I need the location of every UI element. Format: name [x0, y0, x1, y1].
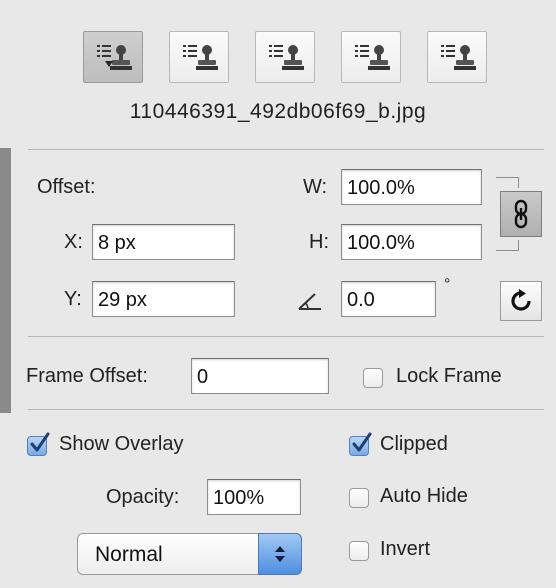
clone-source-icon — [441, 45, 476, 70]
panel-edge-accent — [0, 148, 11, 413]
height-scale-input[interactable] — [341, 224, 482, 260]
rotation-angle-input[interactable] — [341, 281, 436, 317]
angle-icon — [297, 291, 325, 316]
link-bracket-top — [496, 177, 519, 188]
frame-offset-label: Frame Offset: — [26, 365, 148, 387]
degree-symbol: ° — [444, 276, 451, 293]
select-arrows-icon — [258, 533, 302, 575]
width-scale-input[interactable] — [341, 169, 482, 205]
clone-source-icon — [97, 45, 132, 70]
offset-label: Offset: — [37, 176, 96, 198]
clone-source-icon — [183, 45, 218, 70]
x-offset-input[interactable] — [92, 224, 235, 260]
divider — [28, 149, 544, 150]
clone-source-panel: 110446391_492db06f69_b.jpg Offset: X: Y:… — [0, 0, 556, 588]
maintain-aspect-ratio-button[interactable] — [500, 191, 542, 237]
opacity-label: Opacity: — [106, 486, 180, 508]
clone-source-button-2[interactable] — [169, 31, 229, 83]
blend-mode-value: Normal — [95, 543, 163, 566]
x-label: X: — [64, 231, 83, 253]
clipped-checkbox[interactable] — [349, 432, 372, 456]
auto-hide-checkbox[interactable] — [349, 488, 369, 508]
reset-transform-button[interactable] — [500, 281, 542, 321]
clipped-label: Clipped — [380, 433, 448, 455]
clone-source-icon — [355, 45, 390, 70]
link-chain-icon — [514, 199, 528, 229]
blend-mode-select[interactable]: Normal — [77, 533, 302, 575]
show-overlay-label: Show Overlay — [59, 433, 184, 455]
invert-label: Invert — [380, 538, 431, 560]
checkmark-icon — [352, 432, 372, 452]
reset-transform-icon — [511, 289, 531, 311]
divider — [28, 409, 544, 410]
show-overlay-checkbox[interactable] — [27, 432, 50, 456]
clone-source-button-1[interactable] — [83, 31, 143, 83]
clone-source-button-4[interactable] — [341, 31, 401, 83]
lock-frame-label: Lock Frame — [396, 365, 502, 387]
frame-offset-input[interactable] — [191, 358, 329, 394]
invert-checkbox[interactable] — [349, 541, 369, 561]
y-offset-input[interactable] — [92, 281, 235, 317]
w-label: W: — [303, 176, 328, 198]
y-label: Y: — [64, 288, 82, 310]
clone-source-button-3[interactable] — [255, 31, 315, 83]
clone-source-button-5[interactable] — [427, 31, 487, 83]
divider — [28, 336, 544, 337]
auto-hide-label: Auto Hide — [380, 485, 468, 507]
opacity-input[interactable] — [207, 479, 301, 515]
lock-frame-checkbox[interactable] — [363, 368, 383, 388]
h-label: H: — [309, 231, 329, 253]
source-filename: 110446391_492db06f69_b.jpg — [129, 100, 427, 123]
clone-source-buttons — [83, 31, 487, 83]
link-bracket-bottom — [496, 240, 519, 251]
clone-source-icon — [269, 45, 304, 70]
checkmark-icon — [30, 432, 50, 452]
